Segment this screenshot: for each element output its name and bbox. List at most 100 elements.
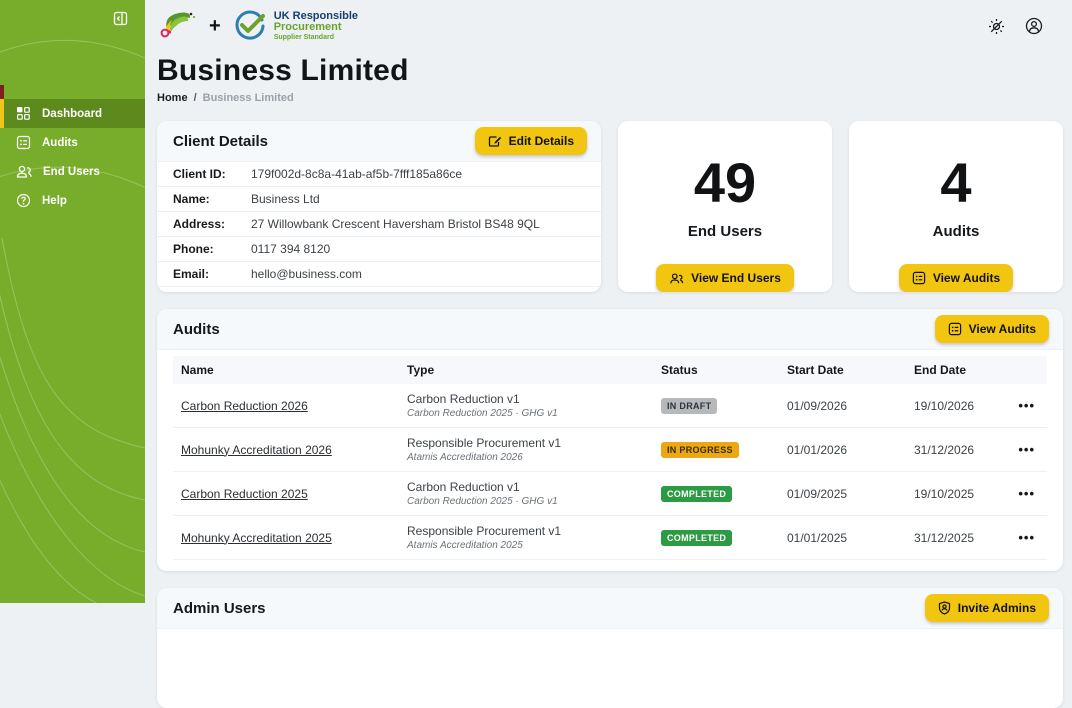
detail-row-address: Address: 27 Willowbank Crescent Haversha… [157, 212, 601, 237]
users-icon [16, 164, 32, 179]
breadcrumb-current: Business Limited [203, 92, 294, 104]
row-actions-menu-button[interactable]: ••• [1014, 396, 1039, 415]
field-label: Phone: [173, 242, 251, 256]
audit-type-subtext: Atamis Accreditation 2025 [407, 540, 645, 551]
row-actions-menu-button[interactable]: ••• [1014, 484, 1039, 503]
sidebar-nav: Dashboard Audits [0, 99, 145, 215]
users-icon [669, 272, 684, 285]
status-badge: IN DRAFT [661, 398, 717, 414]
row-actions-menu-button[interactable]: ••• [1014, 528, 1039, 547]
row-actions-menu-button[interactable]: ••• [1014, 440, 1039, 459]
field-value: 179f002d-8c8a-41ab-af5b-7fff185a86ce [251, 167, 462, 181]
client-details-title: Client Details [173, 133, 268, 150]
field-label: Address: [173, 217, 251, 231]
view-audits-label: View Audits [933, 271, 1000, 285]
page-title: Business Limited [157, 54, 1063, 88]
main-content: + UK Responsible Procurement Supplier St… [145, 0, 1072, 603]
audits-table: Name Type Status Start Date End Date Car… [173, 356, 1047, 560]
audits-view-audits-label: View Audits [969, 322, 1036, 336]
edit-details-label: Edit Details [509, 134, 574, 148]
audit-type-subtext: Carbon Reduction 2025 · GHG v1 [407, 408, 645, 419]
detail-row-email: Email: hello@business.com [157, 262, 601, 287]
company-logo [157, 8, 197, 45]
breadcrumb: Home / Business Limited [157, 92, 1063, 104]
theme-toggle-icon [988, 23, 1005, 38]
sidebar-collapse-icon [113, 14, 128, 29]
audit-name-link[interactable]: Carbon Reduction 2025 [181, 487, 308, 501]
logo-row: + UK Responsible Procurement Supplier St… [157, 8, 358, 45]
audit-type: Carbon Reduction v1 [407, 480, 645, 494]
top-right-icons [986, 15, 1063, 37]
cards-row: Client Details Edit Details Client [157, 121, 1063, 292]
field-label: Client ID: [173, 167, 251, 181]
table-row: Carbon Reduction 2026 Carbon Reduction v… [173, 384, 1047, 428]
admin-users-header: Admin Users Invite Admins [157, 588, 1063, 629]
field-value: 0117 394 8120 [251, 242, 330, 256]
table-header-row: Name Type Status Start Date End Date [173, 356, 1047, 384]
breadcrumb-separator: / [194, 92, 197, 104]
audit-end-date: 31/12/2026 [906, 428, 1006, 472]
field-label: Email: [173, 267, 251, 281]
col-header-name: Name [173, 356, 399, 384]
edit-icon [488, 135, 502, 148]
audit-name-link[interactable]: Mohunky Accreditation 2025 [181, 531, 332, 545]
title-block: Business Limited Home / Business Limited [157, 54, 1063, 104]
client-details-body: Client ID: 179f002d-8c8a-41ab-af5b-7fff1… [157, 162, 601, 287]
invite-admins-label: Invite Admins [958, 601, 1036, 615]
audit-type: Responsible Procurement v1 [407, 436, 645, 450]
end-users-count: 49 [694, 155, 756, 211]
col-header-type: Type [399, 356, 653, 384]
status-badge: COMPLETED [661, 486, 732, 502]
audit-type: Responsible Procurement v1 [407, 524, 645, 538]
sidebar-item-end-users[interactable]: End Users [0, 157, 145, 186]
audits-stat-card: 4 Audits View Audits [849, 121, 1063, 292]
status-badge: COMPLETED [661, 530, 732, 546]
view-end-users-button[interactable]: View End Users [656, 264, 794, 292]
field-value: hello@business.com [251, 267, 362, 281]
sidebar-item-dashboard[interactable]: Dashboard [0, 99, 145, 128]
detail-row-client-id: Client ID: 179f002d-8c8a-41ab-af5b-7fff1… [157, 162, 601, 187]
sidebar-item-label: Help [42, 195, 67, 207]
field-label: Name: [173, 192, 251, 206]
ukrp-logo: UK Responsible Procurement Supplier Stan… [233, 9, 358, 43]
theme-toggle-button[interactable] [986, 16, 1007, 37]
audit-start-date: 01/09/2026 [779, 384, 906, 428]
status-badge: IN PROGRESS [661, 442, 739, 458]
brand-line2: Procurement [274, 22, 358, 34]
ukrp-logo-text: UK Responsible Procurement Supplier Stan… [274, 11, 358, 41]
view-audits-button[interactable]: View Audits [899, 264, 1013, 292]
sidebar-collapse-button[interactable] [111, 9, 130, 28]
account-button[interactable] [1023, 15, 1045, 37]
field-value: 27 Willowbank Crescent Haversham Bristol… [251, 217, 540, 231]
breadcrumb-home[interactable]: Home [157, 92, 188, 104]
audits-card: Audits View Audits [157, 309, 1063, 571]
audit-name-link[interactable]: Mohunky Accreditation 2026 [181, 443, 332, 457]
help-circle-icon [16, 193, 31, 208]
admin-users-title: Admin Users [173, 600, 266, 617]
invite-admins-button[interactable]: Invite Admins [925, 594, 1049, 622]
col-header-end-date: End Date [906, 356, 1006, 384]
ukrp-logo-mark [233, 9, 267, 43]
admin-users-card: Admin Users Invite Admins [157, 588, 1063, 708]
top-bar: + UK Responsible Procurement Supplier St… [157, 0, 1063, 48]
audits-count: 4 [940, 155, 971, 211]
sidebar-item-label: End Users [43, 166, 100, 178]
sidebar-decorative-curves [0, 0, 145, 603]
audit-end-date: 19/10/2025 [906, 472, 1006, 516]
table-row: Mohunky Accreditation 2026 Responsible P… [173, 428, 1047, 472]
dashboard-grid-icon [16, 106, 31, 121]
audit-end-date: 19/10/2026 [906, 384, 1006, 428]
sidebar: Dashboard Audits [0, 0, 145, 603]
view-end-users-label: View End Users [691, 271, 781, 285]
audit-type-subtext: Atamis Accreditation 2026 [407, 452, 645, 463]
col-header-start-date: Start Date [779, 356, 906, 384]
edit-details-button[interactable]: Edit Details [475, 127, 587, 155]
audit-name-link[interactable]: Carbon Reduction 2026 [181, 399, 308, 413]
audit-type: Carbon Reduction v1 [407, 392, 645, 406]
table-row: Mohunky Accreditation 2025 Responsible P… [173, 516, 1047, 560]
sidebar-item-audits[interactable]: Audits [0, 128, 145, 157]
sidebar-item-help[interactable]: Help [0, 186, 145, 215]
app-root: Dashboard Audits [0, 0, 1072, 603]
end-users-stat-label: End Users [688, 223, 762, 240]
audits-view-audits-button[interactable]: View Audits [935, 315, 1049, 343]
